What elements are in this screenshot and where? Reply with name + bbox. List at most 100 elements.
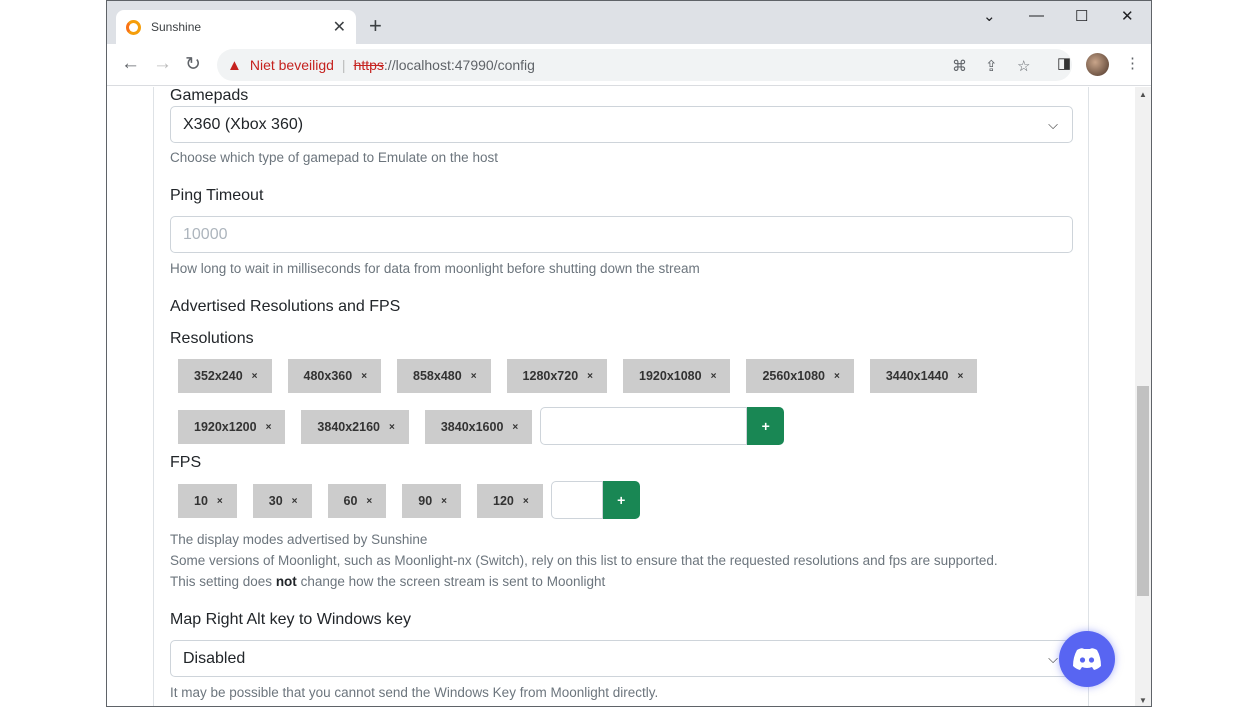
chip-label: 2560x1080 (762, 369, 826, 383)
fps-label: FPS (170, 454, 202, 471)
add-fps-button[interactable]: + (602, 481, 640, 519)
browser-window: Sunshine ✕ + ⌄ — ☐ ✕ ← → ↻ ▲ Niet beveil… (106, 0, 1152, 707)
help-text: change how the screen stream is sent to … (296, 574, 606, 589)
profile-avatar[interactable] (1086, 53, 1109, 76)
remove-chip-icon[interactable]: × (266, 422, 272, 433)
advertised-help-2: Some versions of Moonlight, such as Moon… (170, 553, 998, 568)
chip-label: 60 (343, 494, 358, 508)
chevron-down-icon: ⌵ (1048, 650, 1058, 666)
altkey-value: Disabled (183, 649, 246, 667)
remove-chip-icon[interactable]: × (441, 496, 447, 507)
gamepads-select[interactable]: X360 (Xbox 360) ⌵ (170, 106, 1073, 143)
minimize-button[interactable]: — (1029, 7, 1044, 24)
chip-resolutions: 1920x1200 × (178, 410, 286, 444)
chip-label: 30 (268, 494, 283, 508)
address-bar[interactable]: ▲ Niet beveiligd | https://localhost:479… (217, 49, 1072, 81)
altkey-label: Map Right Alt key to Windows key (170, 611, 411, 628)
scroll-down-icon[interactable]: ▼ (1139, 696, 1147, 705)
remove-chip-icon[interactable]: × (711, 371, 717, 382)
remove-chip-icon[interactable]: × (292, 496, 298, 507)
chip-label: 352x240 (194, 369, 243, 383)
scroll-up-icon[interactable]: ▲ (1139, 90, 1147, 99)
remove-chip-icon[interactable]: × (366, 496, 372, 507)
remove-chip-icon[interactable]: × (957, 371, 963, 382)
new-tab-button[interactable]: + (369, 13, 382, 39)
url-scheme: https (353, 57, 384, 73)
tab-bar: Sunshine ✕ + ⌄ — ☐ ✕ (107, 1, 1151, 44)
remove-chip-icon[interactable]: × (471, 371, 477, 382)
tab-sunshine[interactable]: Sunshine ✕ (116, 10, 356, 44)
ping-timeout-label: Ping Timeout (170, 187, 264, 204)
chip-label: 1920x1080 (639, 369, 702, 383)
chip-resolutions: 480x360 × (287, 359, 382, 393)
back-icon[interactable]: ← (121, 53, 140, 75)
altkey-select[interactable]: Disabled ⌵ (170, 640, 1073, 677)
chip-label: 1920x1200 (194, 420, 257, 434)
advertised-help-1: The display modes advertised by Sunshine (170, 532, 428, 547)
ping-timeout-help: How long to wait in milliseconds for dat… (170, 261, 700, 276)
side-panel-icon[interactable]: ◨ (1057, 54, 1071, 72)
chevron-down-icon: ⌵ (1048, 116, 1058, 132)
chip-label: 858x480 (413, 369, 462, 383)
security-label[interactable]: Niet beveiligd (250, 57, 334, 73)
remove-chip-icon[interactable]: × (512, 422, 518, 433)
remove-chip-icon[interactable]: × (217, 496, 223, 507)
chip-fps: 10 × (178, 484, 237, 518)
chip-label: 120 (493, 494, 514, 508)
altkey-help: It may be possible that you cannot send … (170, 685, 659, 700)
chip-resolutions: 352x240 × (178, 359, 272, 393)
translate-icon[interactable]: ⌘ (952, 57, 967, 75)
maximize-button[interactable]: ☐ (1075, 7, 1088, 25)
add-resolutions-input[interactable] (540, 407, 748, 445)
remove-chip-icon[interactable]: × (361, 371, 367, 382)
close-window-button[interactable]: ✕ (1121, 7, 1134, 25)
menu-icon[interactable]: ⋮ (1125, 54, 1140, 72)
reload-icon[interactable]: ↻ (185, 53, 201, 76)
chip-resolutions: 1920x1080 × (623, 359, 731, 393)
ping-timeout-placeholder: 10000 (183, 225, 228, 243)
chip-resolutions: 3440x1440 × (869, 359, 978, 393)
chip-label: 1280x720 (522, 369, 579, 383)
chip-resolutions: 2560x1080 × (746, 359, 854, 393)
resolutions-label: Resolutions (170, 330, 254, 347)
chip-label: 10 (194, 494, 208, 508)
remove-chip-icon[interactable]: × (252, 371, 258, 382)
remove-chip-icon[interactable]: × (834, 371, 840, 382)
advertised-title: Advertised Resolutions and FPS (170, 298, 401, 315)
chip-fps: 90 × (402, 484, 461, 518)
remove-chip-icon[interactable]: × (389, 422, 395, 433)
chip-label: 480x360 (303, 369, 353, 383)
help-emphasis: not (275, 574, 297, 589)
chip-fps: 60 × (327, 484, 387, 518)
sunshine-favicon-icon (126, 19, 141, 35)
chip-fps: 30 × (252, 484, 312, 518)
warning-icon: ▲ (227, 56, 242, 74)
chip-resolutions: 858x480 × (397, 359, 491, 393)
page-content: Gamepads X360 (Xbox 360) ⌵ Choose which t… (107, 87, 1135, 706)
chip-resolutions: 3840x1600 × (424, 410, 533, 444)
remove-chip-icon[interactable]: × (587, 371, 593, 382)
url-path: :47990/config (450, 57, 535, 73)
chip-label: 3840x2160 (317, 420, 380, 434)
bookmark-star-icon[interactable]: ☆ (1017, 57, 1030, 75)
chip-label: 3840x1600 (440, 420, 504, 434)
chip-fps: 120 × (477, 484, 543, 518)
add-fps-input[interactable] (550, 481, 603, 519)
ping-timeout-input[interactable]: 10000 (170, 216, 1073, 253)
gamepads-value: X360 (Xbox 360) (183, 115, 304, 133)
chip-resolutions: 1280x720 × (506, 359, 608, 393)
add-resolutions-button[interactable]: + (747, 407, 785, 445)
scrollbar[interactable]: ▲ ▼ (1135, 87, 1151, 706)
discord-button[interactable] (1059, 631, 1115, 687)
advertised-help-3: This setting does not change how the scr… (170, 574, 605, 589)
remove-chip-icon[interactable]: × (523, 496, 529, 507)
help-text: This setting does (170, 574, 276, 589)
close-tab-icon[interactable]: ✕ (333, 17, 346, 37)
tab-search-icon[interactable]: ⌄ (983, 7, 996, 25)
share-icon[interactable]: ⇪ (985, 57, 998, 75)
resolutions-list: 352x240 × 480x360 × 858x480 × 1280x720 × 1920x10… (178, 359, 1078, 445)
scrollbar-thumb[interactable] (1137, 386, 1149, 596)
gamepads-label: Gamepads (170, 87, 249, 104)
forward-icon[interactable]: → (153, 53, 172, 75)
url-host: ://localhost (383, 57, 451, 73)
